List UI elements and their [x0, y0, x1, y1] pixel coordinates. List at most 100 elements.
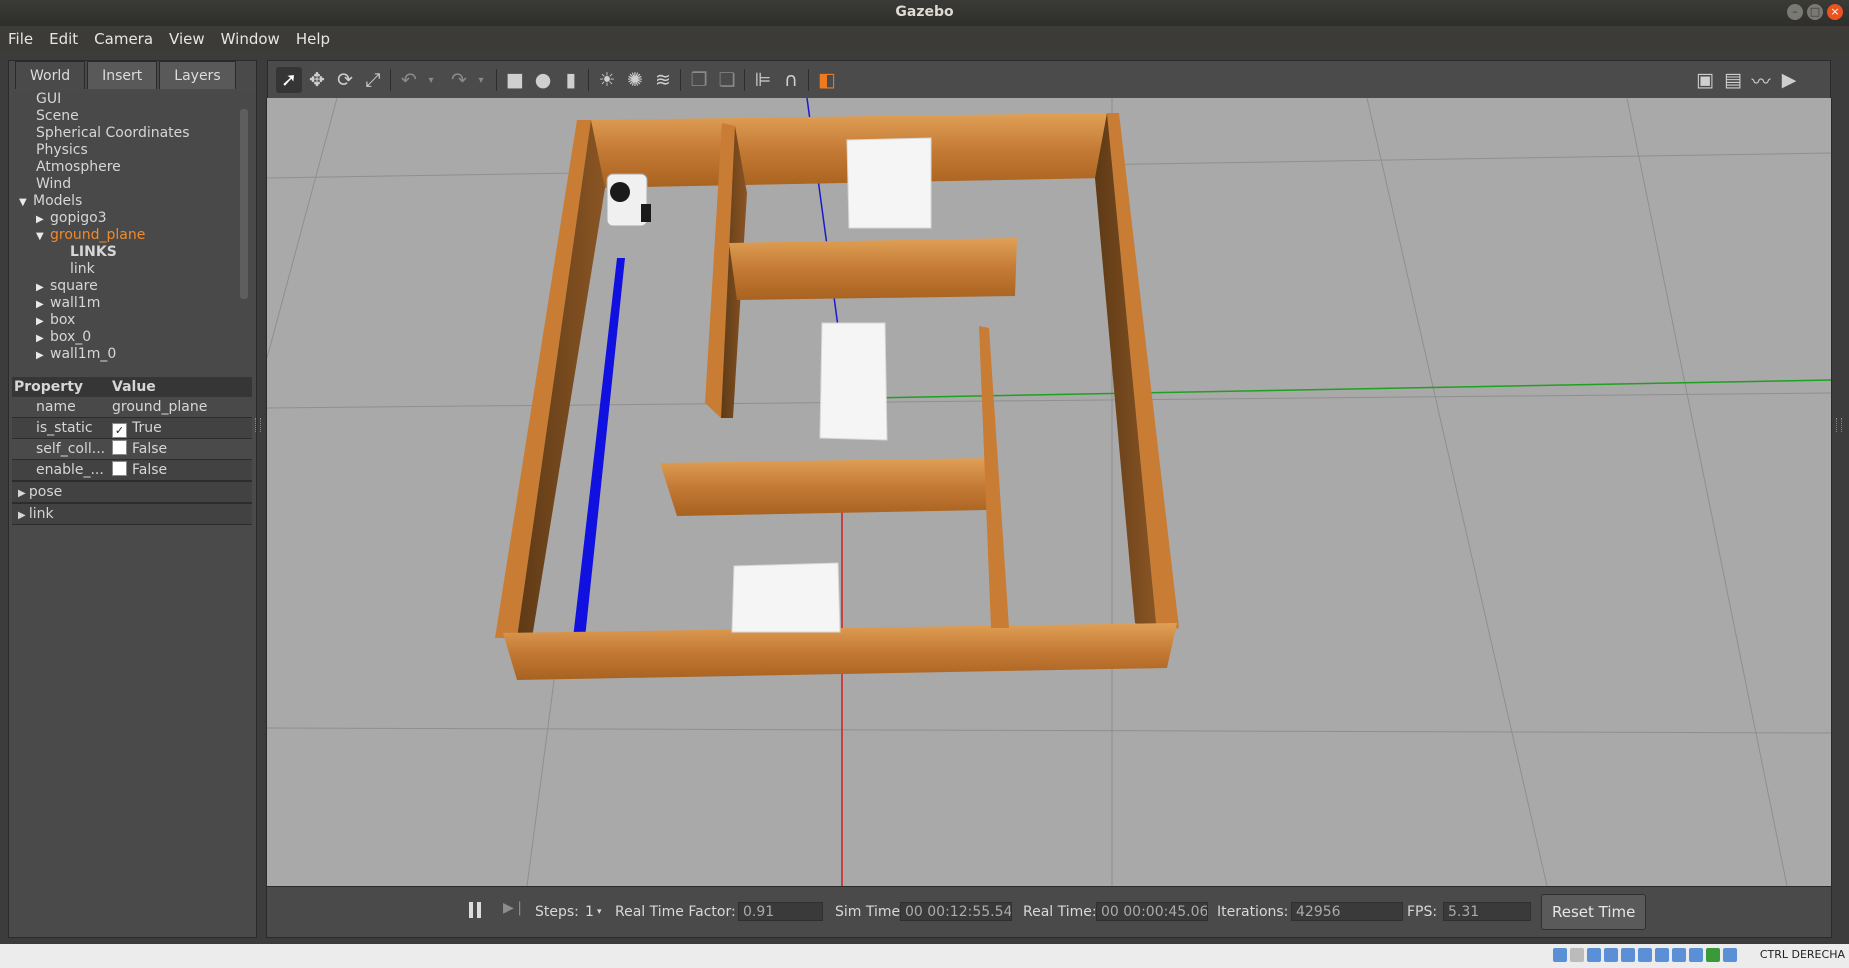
expanded-arrow-icon[interactable]: ▼ — [36, 228, 50, 245]
spot-light-icon[interactable]: ✺ — [622, 67, 648, 93]
paste-icon[interactable]: ❏ — [714, 67, 740, 93]
pause-icon[interactable] — [469, 900, 483, 920]
point-light-icon[interactable]: ☀ — [594, 67, 620, 93]
tree-item-physics[interactable]: Physics — [11, 142, 255, 159]
checkbox[interactable]: ✓ — [112, 423, 127, 438]
tree-item-links[interactable]: LINKS — [11, 244, 255, 261]
collapsed-arrow-icon[interactable]: ▶ — [36, 313, 50, 330]
property-value[interactable]: ✓ True — [112, 418, 162, 438]
host-display-icon[interactable] — [1655, 948, 1669, 962]
tree-scrollbar[interactable] — [240, 109, 248, 299]
tree-item-models[interactable]: ▼ Models — [11, 193, 255, 210]
tree-item-gui[interactable]: GUI — [11, 91, 255, 108]
tree-item-atmosphere[interactable]: Atmosphere — [11, 159, 255, 176]
scale-icon[interactable]: ⤢ — [360, 67, 386, 93]
tree-item-label: GUI — [36, 91, 62, 107]
property-key-text: link — [28, 506, 54, 522]
plot-icon[interactable]: 〰 — [1748, 67, 1774, 93]
redo-dropdown-icon[interactable]: ▾ — [468, 67, 494, 93]
tree-item-box-0[interactable]: ▶ box_0 — [11, 329, 255, 346]
collapsed-arrow-icon[interactable]: ▶ — [18, 510, 29, 521]
tree-item-link[interactable]: link — [11, 261, 255, 278]
screenshot-icon[interactable]: ▣ — [1692, 67, 1718, 93]
host-cpu-icon[interactable] — [1689, 948, 1703, 962]
collapsed-arrow-icon[interactable]: ▶ — [18, 488, 29, 499]
tab-world[interactable]: World — [15, 61, 86, 89]
host-audio-icon[interactable] — [1587, 948, 1601, 962]
collapsed-arrow-icon[interactable]: ▶ — [36, 279, 50, 296]
host-usb-icon[interactable] — [1621, 948, 1635, 962]
log-icon[interactable]: ▤ — [1720, 67, 1746, 93]
host-keyboard-icon[interactable] — [1723, 948, 1737, 962]
steps-dropdown-icon[interactable]: ▾ — [597, 907, 602, 917]
reset-time-button[interactable]: Reset Time — [1541, 894, 1647, 930]
steps-value[interactable]: 1 — [585, 904, 594, 920]
menu-camera[interactable]: Camera — [86, 26, 161, 52]
select-arrow-icon[interactable]: ➚ — [276, 67, 302, 93]
tab-layers[interactable]: Layers — [159, 61, 236, 89]
rotate-icon[interactable]: ⟳ — [332, 67, 358, 93]
step-icon[interactable]: ▶❘ — [503, 900, 526, 916]
collapsed-arrow-icon[interactable]: ▶ — [36, 211, 50, 228]
minimize-icon[interactable]: – — [1787, 4, 1803, 20]
menu-help[interactable]: Help — [288, 26, 338, 52]
tree-item-scene[interactable]: Scene — [11, 108, 255, 125]
maximize-icon[interactable]: □ — [1807, 4, 1823, 20]
tree-item-wall1m-0[interactable]: ▶ wall1m_0 — [11, 346, 255, 363]
collapsed-arrow-icon[interactable]: ▶ — [36, 296, 50, 313]
tab-insert[interactable]: Insert — [87, 61, 158, 89]
checkbox[interactable] — [112, 440, 127, 455]
menu-file[interactable]: File — [0, 26, 41, 52]
rtf-field: 0.91 — [738, 902, 823, 921]
close-icon[interactable]: × — [1827, 4, 1843, 20]
host-recording-icon[interactable] — [1672, 948, 1686, 962]
menu-edit[interactable]: Edit — [41, 26, 86, 52]
menu-window[interactable]: Window — [213, 26, 288, 52]
tree-item-wind[interactable]: Wind — [11, 176, 255, 193]
left-splitter-handle[interactable] — [255, 418, 261, 432]
undo-dropdown-icon[interactable]: ▾ — [418, 67, 444, 93]
host-network-icon[interactable] — [1604, 948, 1618, 962]
collapsed-arrow-icon[interactable]: ▶ — [36, 330, 50, 347]
scene-viewport[interactable] — [266, 98, 1832, 886]
cylinder-shape-icon[interactable]: ▮ — [558, 67, 584, 93]
box-top — [846, 137, 932, 229]
video-record-icon[interactable]: ▶ — [1776, 67, 1802, 93]
property-header-value: Value — [112, 379, 156, 395]
expanded-arrow-icon[interactable]: ▼ — [19, 194, 33, 211]
snap-icon[interactable]: ∩ — [778, 67, 804, 93]
sphere-shape-icon[interactable]: ● — [530, 67, 556, 93]
view-angle-icon[interactable]: ◧ — [814, 67, 840, 93]
tree-item-spherical-coordinates[interactable]: Spherical Coordinates — [11, 125, 255, 142]
checkbox[interactable] — [112, 461, 127, 476]
right-splitter-handle[interactable] — [1836, 418, 1842, 432]
property-row-link[interactable]: ▶ link — [12, 503, 252, 525]
property-row-pose[interactable]: ▶ pose — [12, 481, 252, 503]
collapsed-arrow-icon[interactable]: ▶ — [36, 347, 50, 364]
menu-view[interactable]: View — [161, 26, 213, 52]
wall-inner-middle — [660, 458, 993, 516]
host-shared-folder-icon[interactable] — [1638, 948, 1652, 962]
property-key: ▶ link — [12, 504, 110, 526]
tree-item-gopigo3[interactable]: ▶ gopigo3 — [11, 210, 255, 227]
translate-icon[interactable]: ✥ — [304, 67, 330, 93]
directional-light-icon[interactable]: ≋ — [650, 67, 676, 93]
property-value[interactable]: False — [112, 439, 167, 459]
property-key: is_static — [12, 418, 110, 438]
host-storage-icon[interactable] — [1553, 948, 1567, 962]
tree-item-wall1m[interactable]: ▶ wall1m — [11, 295, 255, 312]
tree-item-square[interactable]: ▶ square — [11, 278, 255, 295]
fps-field: 5.31 — [1443, 902, 1531, 921]
tree-item-label: Models — [33, 193, 83, 209]
align-icon[interactable]: ⊫ — [750, 67, 776, 93]
tree-item-box[interactable]: ▶ box — [11, 312, 255, 329]
copy-icon[interactable]: ❐ — [686, 67, 712, 93]
box-shape-icon[interactable]: ■ — [502, 67, 528, 93]
host-mouse-icon[interactable] — [1706, 948, 1720, 962]
left-panel-tabs: World Insert Layers — [15, 61, 238, 89]
tree-item-label: ground_plane — [50, 227, 146, 243]
property-value[interactable]: False — [112, 460, 167, 480]
tree-item-ground-plane[interactable]: ▼ ground_plane — [11, 227, 255, 244]
host-optical-icon[interactable] — [1570, 948, 1584, 962]
property-key: name — [12, 397, 110, 417]
